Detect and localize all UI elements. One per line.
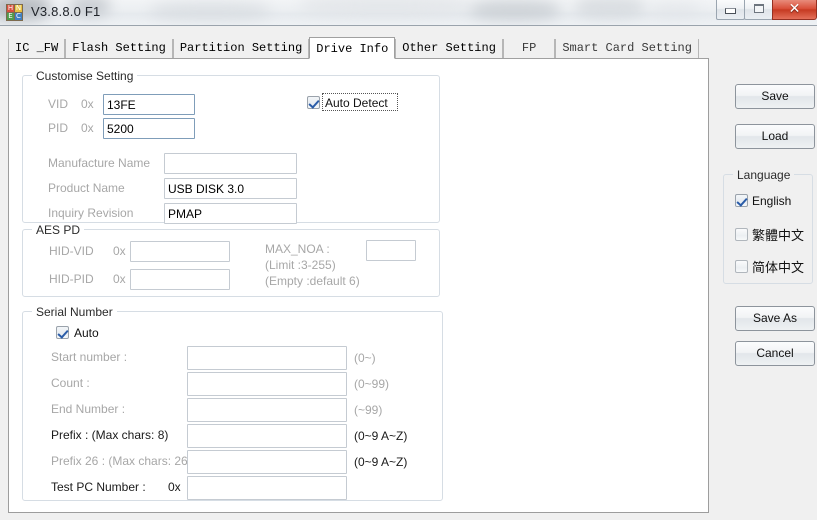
load-button[interactable]: Load	[735, 124, 815, 149]
end-number-label: End Number :	[51, 402, 126, 416]
prefix-hint: (0~9 A~Z)	[354, 429, 408, 443]
start-number-hint: (0~)	[354, 351, 376, 365]
language-group: Language English 繁體中文 简体中文	[723, 168, 813, 284]
inquiry-revision-input[interactable]	[164, 203, 297, 224]
tab-strip: IC _FW Flash Setting Partition Setting D…	[8, 37, 699, 59]
prefix26-hint: (0~9 A~Z)	[354, 455, 408, 469]
prefix26-label: Prefix 26 : (Max chars: 26)	[51, 454, 192, 468]
test-pc-number-input[interactable]	[187, 476, 347, 500]
blocks-icon: H N E C	[6, 4, 23, 21]
serial-auto-label: Auto	[74, 326, 99, 340]
manufacture-name-label: Manufacture Name	[48, 156, 151, 170]
save-as-button[interactable]: Save As	[735, 306, 815, 331]
max-noa-input[interactable]	[366, 240, 416, 261]
max-noa-limit-hint: (Limit :3-255)	[265, 258, 336, 272]
drive-info-panel: Customise Setting VID 0x PID 0x Manufact…	[8, 58, 709, 513]
count-input[interactable]	[187, 372, 347, 396]
tab-partition-setting[interactable]: Partition Setting	[172, 39, 310, 58]
language-traditional-chinese-checkbox[interactable]	[735, 228, 748, 241]
vid-label: VID	[48, 97, 69, 111]
window-controls: ✕	[716, 0, 817, 21]
save-button[interactable]: Save	[735, 84, 815, 109]
manufacture-name-input[interactable]	[164, 153, 297, 174]
hid-pid-input[interactable]	[130, 269, 230, 290]
test-pc-number-label: Test PC Number :	[51, 480, 146, 494]
max-noa-label: MAX_NOA :	[265, 242, 330, 256]
serial-number-group: Serial Number Auto Start number : (0~) C…	[22, 305, 443, 501]
test-pc-number-hex-prefix: 0x	[168, 480, 181, 494]
pid-label: PID	[48, 121, 69, 135]
prefix26-input[interactable]	[187, 450, 347, 474]
tab-smart-card-setting[interactable]: Smart Card Setting	[555, 39, 699, 58]
customise-setting-group: Customise Setting VID 0x PID 0x Manufact…	[22, 69, 440, 224]
application-window: H N E C V3.8.8.0 F1 ✕ IC _FW Flash Setti…	[0, 0, 817, 520]
aes-pd-legend: AES PD	[32, 223, 85, 237]
pid-hex-prefix: 0x	[81, 121, 94, 135]
pid-input[interactable]	[103, 118, 195, 139]
language-legend: Language	[733, 168, 795, 182]
title-bar: H N E C V3.8.8.0 F1 ✕	[0, 0, 817, 26]
start-number-label: Start number :	[51, 350, 128, 364]
hid-pid-hex-prefix: 0x	[113, 272, 126, 286]
tab-fp[interactable]: FP	[502, 39, 556, 58]
maximize-button[interactable]	[744, 0, 773, 20]
start-number-input[interactable]	[187, 346, 347, 370]
hid-vid-hex-prefix: 0x	[113, 244, 126, 258]
cancel-button[interactable]: Cancel	[735, 341, 815, 366]
inquiry-revision-label: Inquiry Revision	[48, 206, 134, 220]
language-simplified-chinese-label: 简体中文	[752, 261, 805, 276]
auto-detect-label: Auto Detect	[325, 96, 388, 110]
auto-detect-checkbox[interactable]	[307, 96, 320, 109]
serial-number-legend: Serial Number	[32, 305, 117, 319]
close-button[interactable]: ✕	[772, 0, 817, 20]
vid-input[interactable]	[103, 94, 195, 115]
window-title: V3.8.8.0 F1	[31, 4, 101, 19]
aero-glass-background	[0, 0, 817, 25]
vid-hex-prefix: 0x	[81, 97, 94, 111]
max-noa-empty-hint: (Empty :default 6)	[265, 274, 360, 288]
tab-flash-setting[interactable]: Flash Setting	[65, 39, 173, 58]
language-english-checkbox[interactable]	[735, 194, 748, 207]
customise-setting-legend: Customise Setting	[32, 69, 138, 83]
count-label: Count :	[51, 376, 90, 390]
prefix-input[interactable]	[187, 424, 347, 448]
count-hint: (0~99)	[354, 377, 390, 391]
tab-drive-info[interactable]: Drive Info	[309, 37, 396, 59]
product-name-input[interactable]	[164, 178, 297, 199]
product-name-label: Product Name	[48, 181, 125, 195]
hid-vid-label: HID-VID	[49, 244, 94, 258]
end-number-input[interactable]	[187, 398, 347, 422]
prefix-label: Prefix : (Max chars: 8)	[51, 428, 169, 442]
language-english-label: English	[752, 194, 792, 208]
aes-pd-group: AES PD HID-VID 0x HID-PID 0x MAX_NOA : (…	[22, 223, 440, 297]
hid-vid-input[interactable]	[130, 241, 230, 262]
end-number-hint: (~99)	[354, 403, 383, 417]
tab-ic-fw[interactable]: IC _FW	[8, 39, 66, 58]
hid-pid-label: HID-PID	[49, 272, 94, 286]
minimize-button[interactable]	[716, 0, 745, 20]
language-simplified-chinese-checkbox[interactable]	[735, 260, 748, 273]
serial-auto-checkbox[interactable]	[56, 326, 69, 339]
tab-other-setting[interactable]: Other Setting	[395, 39, 503, 58]
language-traditional-chinese-label: 繁體中文	[752, 229, 805, 244]
